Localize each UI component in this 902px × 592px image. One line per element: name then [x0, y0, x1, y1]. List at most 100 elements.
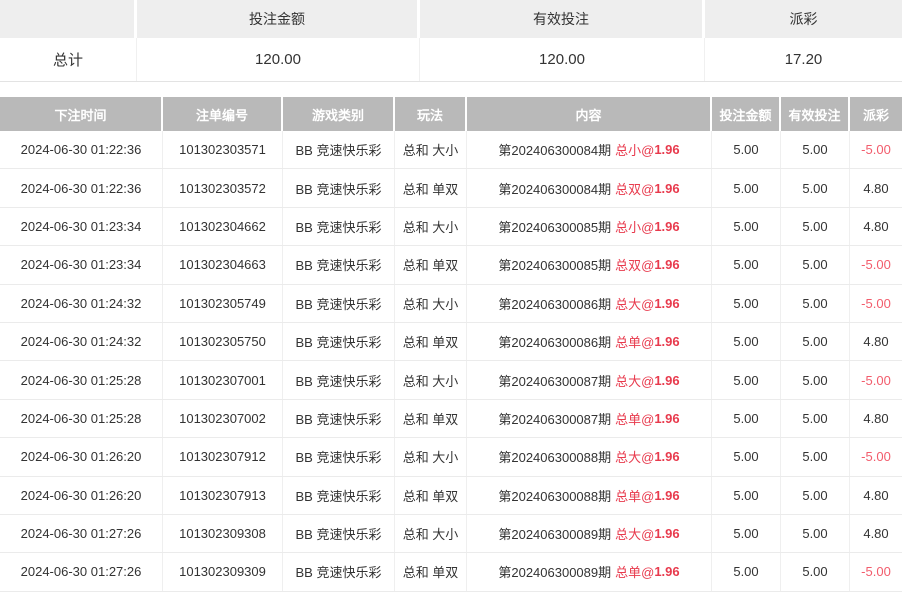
order-id: 101302303571 [163, 131, 283, 168]
table-row: 2024-06-30 01:25:28 101302307002 BB 竞速快乐… [0, 400, 902, 438]
odds-value: 1.96 [654, 449, 679, 464]
play-type: 总和 单双 [395, 323, 467, 360]
bet-content: 第202406300089期 总单@ 1.96 [467, 553, 712, 590]
period-number: 第202406300085期 [498, 217, 611, 236]
summary-total-label: 总计 [0, 38, 137, 81]
valid-bet: 5.00 [781, 400, 850, 437]
play-type: 总和 大小 [395, 131, 467, 168]
game-category: BB 竞速快乐彩 [283, 208, 395, 245]
bet-content: 第202406300085期 总小@ 1.96 [467, 208, 712, 245]
order-id: 101302307002 [163, 400, 283, 437]
odds-value: 1.96 [654, 257, 679, 272]
valid-bet: 5.00 [781, 208, 850, 245]
bet-amount: 5.00 [712, 323, 781, 360]
table-header-row: 下注时间 注单编号 游戏类别 玩法 内容 投注金额 有效投注 派彩 [0, 97, 902, 131]
payout-value: 4.80 [863, 488, 888, 503]
period-number: 第202406300087期 [498, 409, 611, 428]
valid-bet: 5.00 [781, 323, 850, 360]
bet-time: 2024-06-30 01:26:20 [0, 438, 163, 475]
bet-content: 第202406300084期 总双@ 1.96 [467, 169, 712, 206]
game-category: BB 竞速快乐彩 [283, 285, 395, 322]
period-number: 第202406300085期 [498, 255, 611, 274]
pick-label: 总大@ [615, 371, 654, 390]
table-row: 2024-06-30 01:22:36 101302303572 BB 竞速快乐… [0, 169, 902, 207]
bet-amount: 5.00 [712, 477, 781, 514]
bet-time: 2024-06-30 01:26:20 [0, 477, 163, 514]
pick-label: 总双@ [615, 255, 654, 274]
play-type: 总和 单双 [395, 553, 467, 590]
order-id: 101302307001 [163, 361, 283, 398]
order-id: 101302307913 [163, 477, 283, 514]
play-type: 总和 大小 [395, 285, 467, 322]
table-row: 2024-06-30 01:26:20 101302307913 BB 竞速快乐… [0, 477, 902, 515]
order-id: 101302304662 [163, 208, 283, 245]
pick-label: 总大@ [615, 447, 654, 466]
payout-value: -5.00 [861, 564, 891, 579]
valid-bet: 5.00 [781, 438, 850, 475]
payout-value: -5.00 [861, 142, 891, 157]
bet-content: 第202406300086期 总大@ 1.96 [467, 285, 712, 322]
game-category: BB 竞速快乐彩 [283, 553, 395, 590]
valid-bet: 5.00 [781, 477, 850, 514]
bet-time: 2024-06-30 01:25:28 [0, 361, 163, 398]
period-number: 第202406300084期 [498, 179, 611, 198]
payout-value: -5.00 [861, 257, 891, 272]
bet-amount: 5.00 [712, 285, 781, 322]
game-category: BB 竞速快乐彩 [283, 246, 395, 283]
bet-amount: 5.00 [712, 515, 781, 552]
period-number: 第202406300087期 [498, 371, 611, 390]
odds-value: 1.96 [654, 373, 679, 388]
bet-content: 第202406300085期 总双@ 1.96 [467, 246, 712, 283]
summary-total-row: 总计 120.00 120.00 17.20 [0, 38, 902, 82]
valid-bet: 5.00 [781, 553, 850, 590]
table-row: 2024-06-30 01:27:26 101302309309 BB 竞速快乐… [0, 553, 902, 591]
summary-total-bet-amount: 120.00 [137, 38, 420, 81]
game-category: BB 竞速快乐彩 [283, 323, 395, 360]
column-header-bet-amount: 投注金额 [712, 97, 781, 131]
bet-time: 2024-06-30 01:23:34 [0, 208, 163, 245]
bet-content: 第202406300084期 总小@ 1.96 [467, 131, 712, 168]
odds-value: 1.96 [654, 219, 679, 234]
summary-header-valid-bet: 有效投注 [420, 0, 705, 38]
bet-amount: 5.00 [712, 246, 781, 283]
odds-value: 1.96 [654, 564, 679, 579]
pick-label: 总大@ [615, 294, 654, 313]
game-category: BB 竞速快乐彩 [283, 361, 395, 398]
column-header-play-type: 玩法 [395, 97, 467, 131]
bet-amount: 5.00 [712, 438, 781, 475]
period-number: 第202406300089期 [498, 562, 611, 581]
odds-value: 1.96 [654, 526, 679, 541]
column-header-order-id: 注单编号 [163, 97, 283, 131]
valid-bet: 5.00 [781, 515, 850, 552]
summary-total-valid-bet: 120.00 [420, 38, 705, 81]
order-id: 101302305750 [163, 323, 283, 360]
odds-value: 1.96 [654, 142, 679, 157]
period-number: 第202406300086期 [498, 332, 611, 351]
play-type: 总和 大小 [395, 438, 467, 475]
bet-content: 第202406300087期 总大@ 1.96 [467, 361, 712, 398]
pick-label: 总单@ [615, 332, 654, 351]
pick-label: 总小@ [615, 217, 654, 236]
period-number: 第202406300089期 [498, 524, 611, 543]
bet-time: 2024-06-30 01:27:26 [0, 553, 163, 590]
odds-value: 1.96 [654, 296, 679, 311]
play-type: 总和 单双 [395, 477, 467, 514]
bet-amount: 5.00 [712, 553, 781, 590]
valid-bet: 5.00 [781, 361, 850, 398]
bet-content: 第202406300089期 总大@ 1.96 [467, 515, 712, 552]
payout-value: -5.00 [861, 373, 891, 388]
bet-records-table: 下注时间 注单编号 游戏类别 玩法 内容 投注金额 有效投注 派彩 2024-0… [0, 97, 902, 592]
odds-value: 1.96 [654, 411, 679, 426]
bet-content: 第202406300088期 总大@ 1.96 [467, 438, 712, 475]
play-type: 总和 单双 [395, 246, 467, 283]
odds-value: 1.96 [654, 488, 679, 503]
bet-amount: 5.00 [712, 169, 781, 206]
bet-amount: 5.00 [712, 131, 781, 168]
bet-time: 2024-06-30 01:23:34 [0, 246, 163, 283]
bet-content: 第202406300087期 总单@ 1.96 [467, 400, 712, 437]
odds-value: 1.96 [654, 334, 679, 349]
column-header-valid-bet: 有效投注 [781, 97, 850, 131]
payout-value: 4.80 [863, 334, 888, 349]
summary-table: 投注金额 有效投注 派彩 总计 120.00 120.00 17.20 [0, 0, 902, 82]
table-row: 2024-06-30 01:23:34 101302304662 BB 竞速快乐… [0, 208, 902, 246]
